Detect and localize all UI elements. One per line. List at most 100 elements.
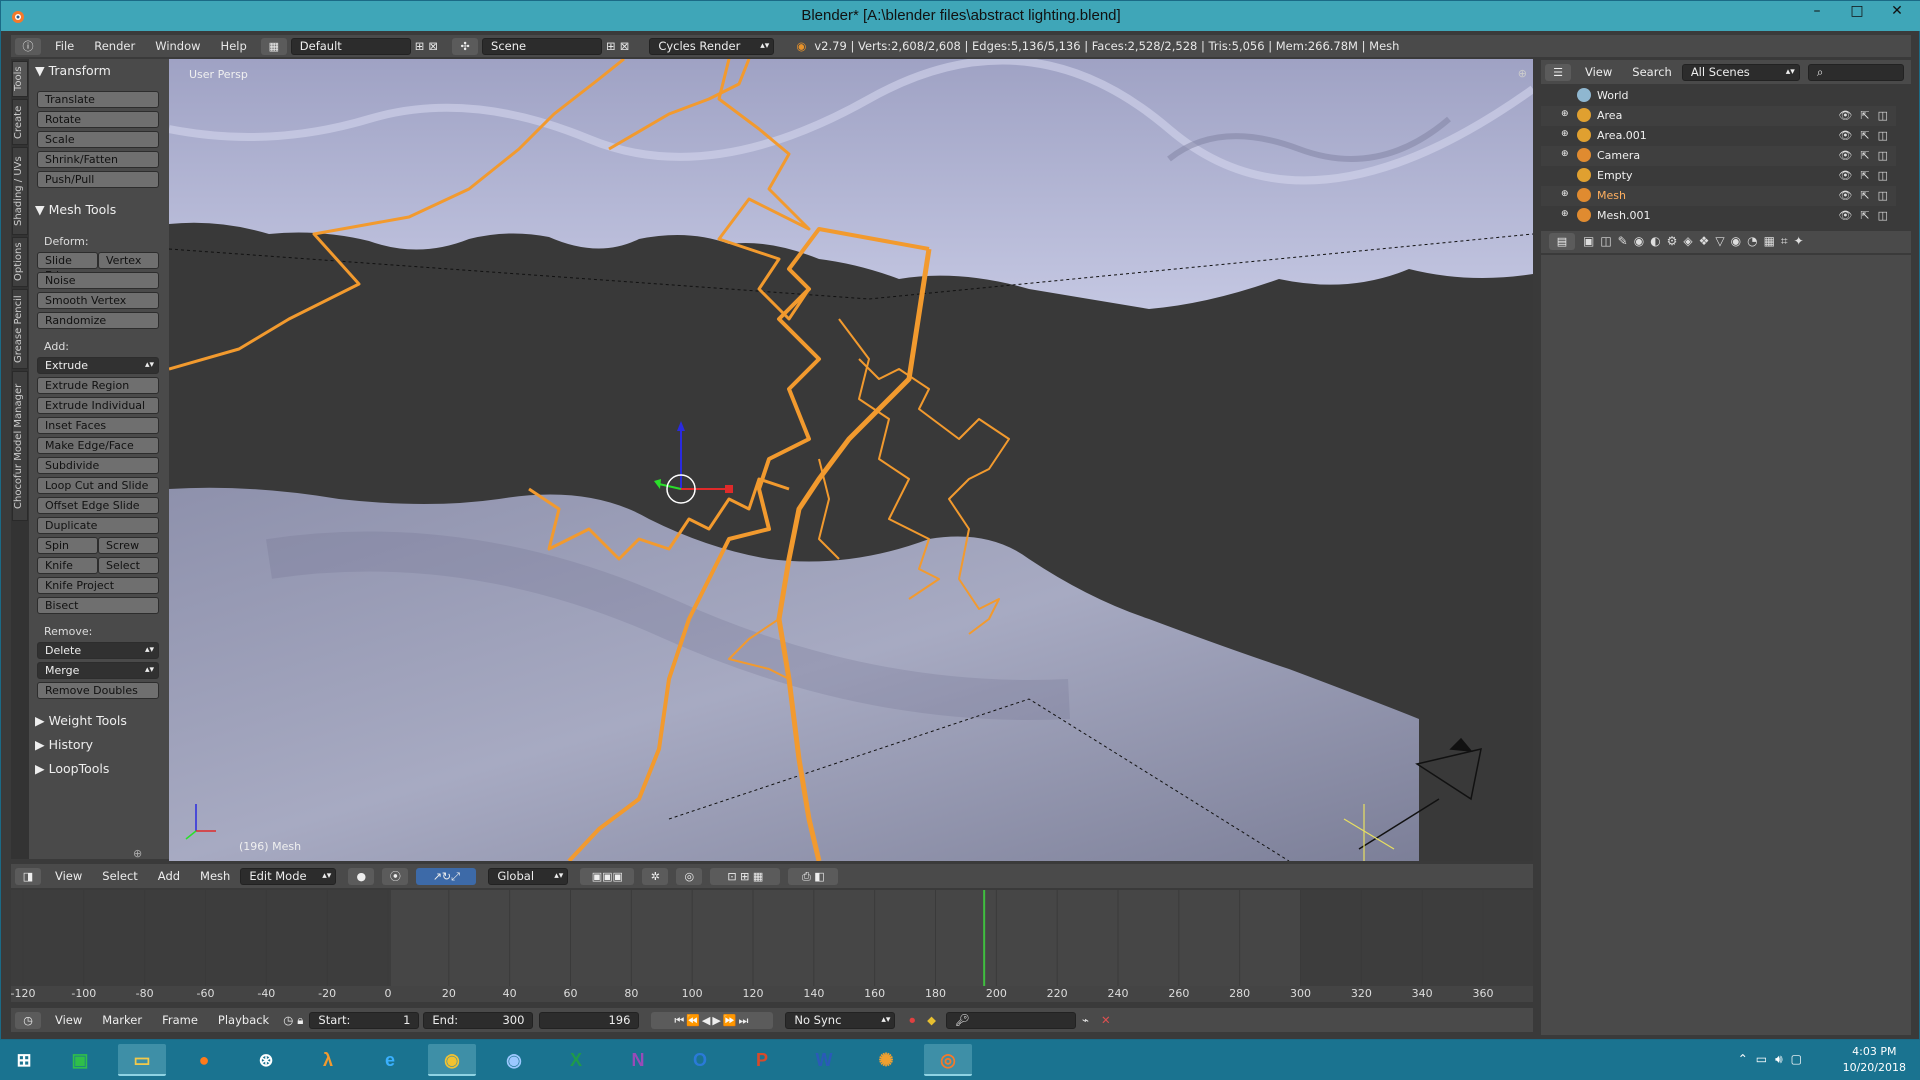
visibility-toggles[interactable]: 👁︎⇱◫ <box>1836 169 1896 182</box>
outliner-display-select[interactable]: All Scenes ▴▾ <box>1681 63 1800 81</box>
excel-icon[interactable]: X <box>552 1044 600 1076</box>
start-frame-field[interactable]: Start: 1 <box>309 1011 420 1029</box>
store-icon[interactable]: ▣ <box>56 1044 104 1076</box>
expand-icon[interactable]: ⊕ <box>1561 129 1569 139</box>
current-frame-field[interactable]: 196 <box>539 1011 640 1029</box>
weight-tools-panel-header[interactable]: ▶ Weight Tools <box>35 713 127 728</box>
outlook-icon[interactable]: O <box>676 1044 724 1076</box>
sync-mode-select[interactable]: No Sync ▴▾ <box>785 1011 896 1029</box>
mesh-tools-panel-header[interactable]: ▼ Mesh Tools <box>35 202 116 217</box>
scene-icon[interactable]: ✣ <box>452 37 479 55</box>
render-engine-select[interactable]: Cycles Render ▴▾ <box>649 37 775 55</box>
screw-button[interactable]: Screw <box>98 537 159 554</box>
outliner-item-mesh[interactable]: ⊕ Mesh 👁︎⇱◫ <box>1541 186 1896 206</box>
timeline-menu-view[interactable]: View <box>45 1013 92 1027</box>
transform-manipulator[interactable] <box>654 421 733 504</box>
powerpoint-icon[interactable]: P <box>738 1044 786 1076</box>
lock-range-icon[interactable]: 🔒︎ <box>297 1013 303 1028</box>
properties-tabs[interactable]: ▣◫✎◉◐⚙◈❖▽◉◔▦⌗✦ <box>1583 234 1810 249</box>
timeline-editor-icon[interactable]: ◷ <box>15 1011 41 1029</box>
maximize-button[interactable]: □ <box>1837 3 1877 19</box>
chrome-alt-icon[interactable]: ◉ <box>490 1044 538 1076</box>
keying-set-field[interactable]: 🔑︎ <box>946 1011 1076 1029</box>
menu-add[interactable]: Add <box>148 869 190 883</box>
duplicate-button[interactable]: Duplicate <box>37 517 159 534</box>
visibility-toggles[interactable]: 👁︎⇱◫ <box>1836 129 1896 142</box>
scene-field[interactable]: Scene <box>482 37 603 55</box>
panel-resize-icon[interactable]: ⊕ <box>133 847 142 860</box>
make-edge-face-button[interactable]: Make Edge/Face <box>37 437 159 454</box>
onenote-icon[interactable]: N <box>614 1044 662 1076</box>
close-button[interactable]: ✕ <box>1877 3 1917 19</box>
scale-button[interactable]: Scale <box>37 131 159 148</box>
spin-button[interactable]: Spin <box>37 537 98 554</box>
menu-view[interactable]: View <box>45 869 92 883</box>
translate-button[interactable]: Translate <box>37 91 159 108</box>
transform-orientation-select[interactable]: Global ▴▾ <box>488 867 569 885</box>
edge-icon[interactable]: e <box>366 1044 414 1076</box>
menu-file[interactable]: File <box>45 39 84 53</box>
menu-window[interactable]: Window <box>145 39 210 53</box>
editor-type-icon[interactable]: ⓘ <box>15 37 41 55</box>
menu-help[interactable]: Help <box>211 39 257 53</box>
add-scene-icon[interactable]: ⊞ <box>606 39 616 53</box>
expand-icon[interactable]: ⊕ <box>1561 189 1569 199</box>
layer-buttons-icon[interactable]: ▣▣▣ <box>580 867 635 885</box>
keyframe-icon[interactable]: ◆ <box>927 1013 936 1027</box>
outliner-item-area[interactable]: ⊕ Area 👁︎⇱◫ <box>1541 106 1896 126</box>
timeline[interactable]: -120 -100 -80 -60 -40 -20 0 20 40 60 80 100 120 140 16… <box>11 890 1533 1002</box>
outliner-item-world[interactable]: World <box>1541 86 1896 106</box>
minimize-button[interactable]: – <box>1797 3 1837 19</box>
system-tray-icons[interactable]: ⌃▭🔊︎▢ <box>1738 1052 1810 1067</box>
playback-controls[interactable]: ⏮⏪◀▶⏩⏭ <box>651 1011 774 1029</box>
delete-dropdown[interactable]: Delete ▴▾ <box>37 642 159 659</box>
render-preview-icon[interactable]: ⎙ ◧ <box>788 867 839 885</box>
extrude-dropdown[interactable]: Extrude ▴▾ <box>37 357 159 374</box>
color-picker-icon[interactable]: ✺ <box>862 1044 910 1076</box>
remove-scene-icon[interactable]: ⊠ <box>620 39 630 53</box>
offset-edge-slide-button[interactable]: Offset Edge Slide <box>37 497 159 514</box>
half-life-icon[interactable]: λ <box>304 1044 352 1076</box>
visibility-toggles[interactable]: 👁︎⇱◫ <box>1836 109 1896 122</box>
tab-options[interactable]: Options <box>12 237 28 287</box>
extrude-region-button[interactable]: Extrude Region <box>37 377 159 394</box>
menu-mesh[interactable]: Mesh <box>190 869 240 883</box>
blender-icon[interactable]: ◎ <box>924 1044 972 1076</box>
visibility-toggles[interactable]: 👁︎⇱◫ <box>1836 189 1896 202</box>
properties-editor-icon[interactable]: ▤ <box>1549 233 1575 250</box>
slide-vertex-button[interactable]: Vertex <box>98 252 159 269</box>
slide-edge-button[interactable]: Slide Edge <box>37 252 98 282</box>
file-explorer-icon[interactable]: ▭ <box>118 1044 166 1076</box>
outliner-editor-icon[interactable]: ☰ <box>1545 63 1571 81</box>
tab-chocofur-model-manager[interactable]: Chocofur Model Manager <box>12 371 28 521</box>
delete-keyframe-icon[interactable]: ✕ <box>1101 1013 1111 1027</box>
remove-layout-icon[interactable]: ⊠ <box>428 39 438 53</box>
pivot-point-icon[interactable]: ⦿ <box>382 867 409 885</box>
outliner-item-area-001[interactable]: ⊕ Area.001 👁︎⇱◫ <box>1541 126 1896 146</box>
start-icon[interactable]: ⊞ <box>0 1044 48 1076</box>
shrink-fatten-button[interactable]: Shrink/Fatten <box>37 151 159 168</box>
outliner-search-input[interactable]: ⌕ <box>1807 63 1904 81</box>
end-frame-field[interactable]: End: 300 <box>423 1011 534 1029</box>
tab-shading-uvs[interactable]: Shading / UVs <box>12 147 28 235</box>
outliner-item-camera[interactable]: ⊕ Camera 👁︎⇱◫ <box>1541 146 1896 166</box>
outliner-menu-search[interactable]: Search <box>1622 65 1682 79</box>
subdivide-button[interactable]: Subdivide <box>37 457 159 474</box>
bisect-button[interactable]: Bisect <box>37 597 159 614</box>
history-panel-header[interactable]: ▶ History <box>35 737 93 752</box>
remove-doubles-button[interactable]: Remove Doubles <box>37 682 159 699</box>
expand-icon[interactable]: ⊕ <box>1561 209 1569 219</box>
3d-view-editor-icon[interactable]: ◨ <box>15 867 41 885</box>
knife-select-button[interactable]: Select <box>98 557 159 574</box>
steam-icon[interactable]: ⊛ <box>242 1044 290 1076</box>
menu-render[interactable]: Render <box>84 39 145 53</box>
timeline-menu-marker[interactable]: Marker <box>92 1013 152 1027</box>
3d-viewport[interactable]: User Persp (196) Mesh ⊕ <box>169 59 1533 861</box>
outliner-menu-view[interactable]: View <box>1575 65 1622 79</box>
viewport-properties-toggle-icon[interactable]: ⊕ <box>1518 67 1527 80</box>
smooth-vertex-button[interactable]: Smooth Vertex <box>37 292 159 309</box>
record-icon[interactable]: ⏺ <box>909 1013 915 1028</box>
mode-select[interactable]: Edit Mode ▴▾ <box>240 867 337 885</box>
merge-dropdown[interactable]: Merge ▴▾ <box>37 662 159 679</box>
push-pull-button[interactable]: Push/Pull <box>37 171 159 188</box>
